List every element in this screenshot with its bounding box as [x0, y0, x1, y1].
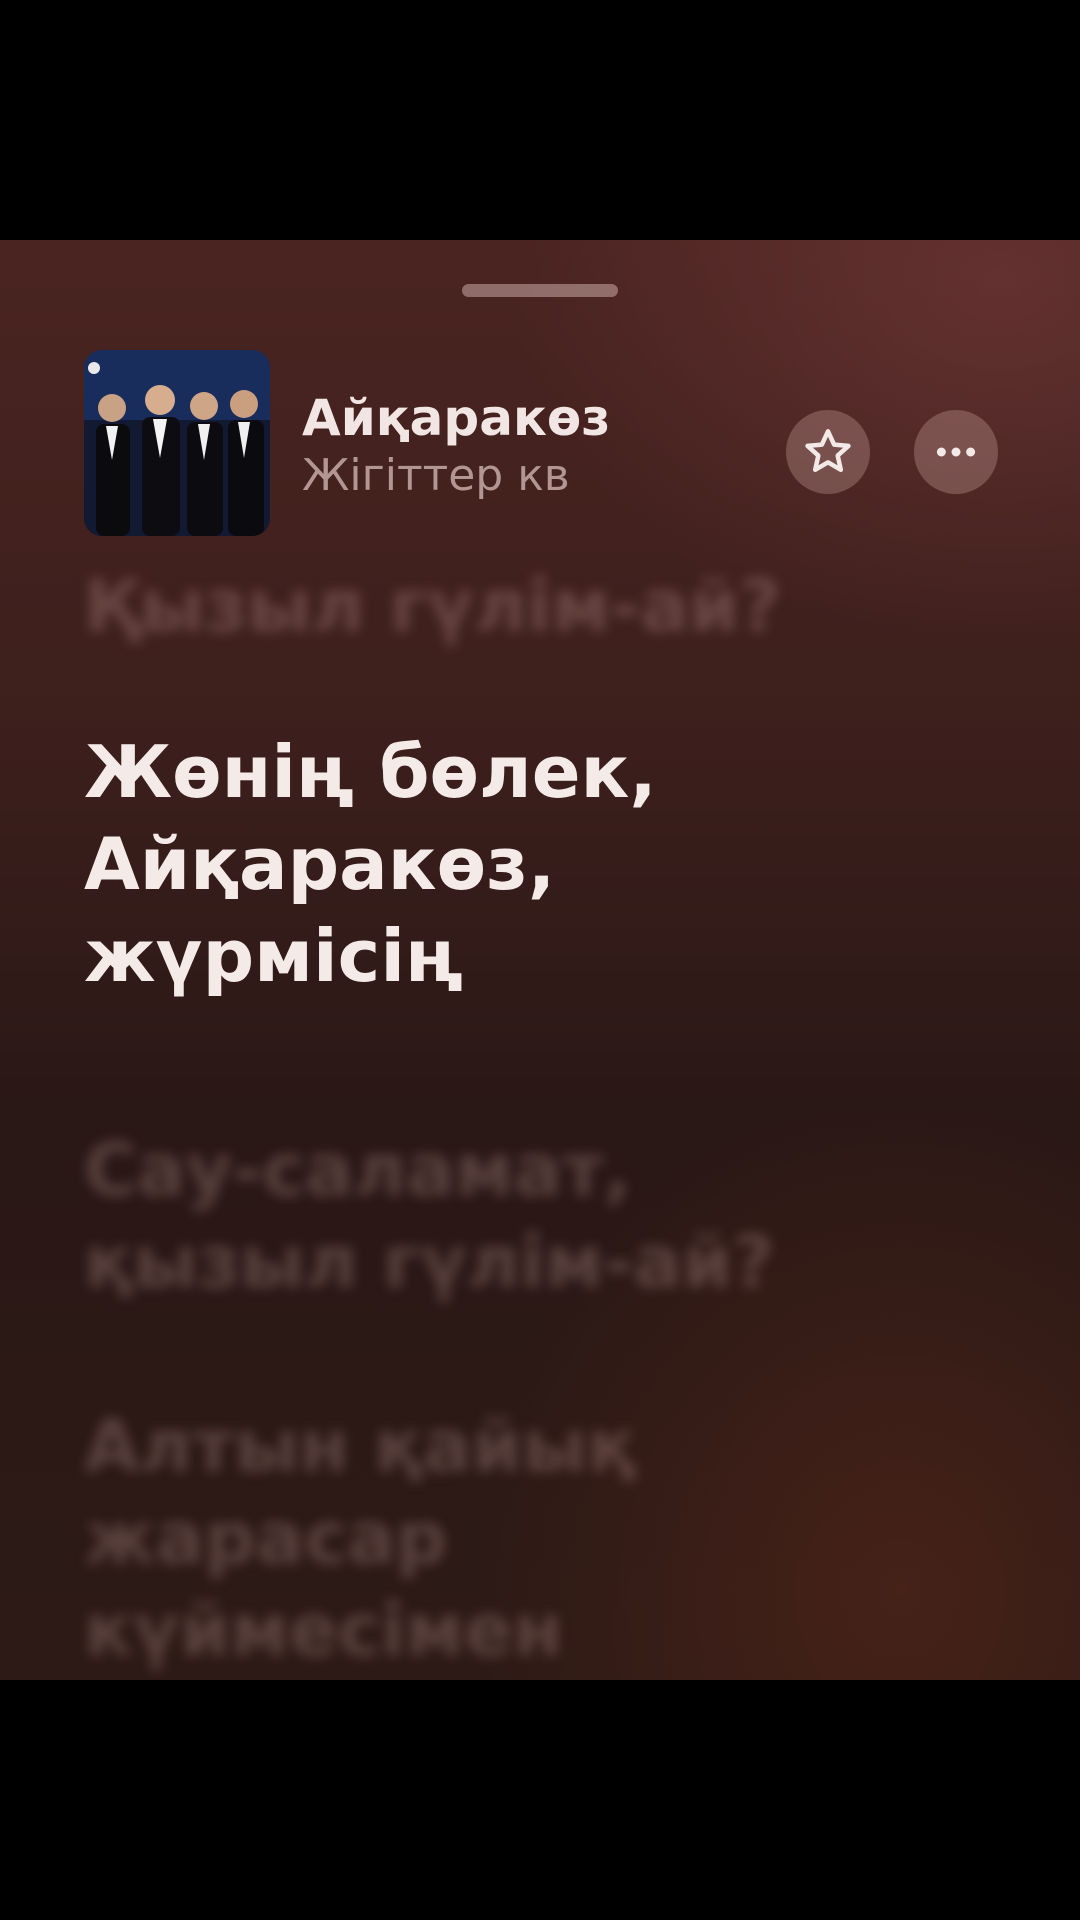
lyric-line-current[interactable]: Жөнің бөлек, Айқаракөз, жүрмісің [84, 726, 984, 1002]
track-info[interactable]: Айқаракөз Жігіттер кв [302, 388, 610, 504]
lyric-line-next[interactable]: Сау-саламат, қызыл гүлім-ай? [84, 1124, 984, 1308]
now-playing-lyrics-screen: Айқаракөз Жігіттер кв Қызыл гүлім-ай? Жө… [0, 240, 1080, 1680]
artist-name[interactable]: Жігіттер кв [302, 448, 610, 504]
star-icon [805, 429, 851, 473]
more-options-button[interactable] [914, 410, 998, 494]
top-letterbox [0, 0, 1080, 240]
bottom-letterbox [0, 1680, 1080, 1920]
artwork-image [84, 350, 270, 536]
now-playing-header: Айқаракөз Жігіттер кв [84, 350, 1004, 540]
lyric-line-previous[interactable]: Қызыл гүлім-ай? [84, 560, 984, 652]
song-title: Айқаракөз [302, 389, 611, 447]
favorite-button[interactable] [786, 410, 870, 494]
ellipsis-icon [936, 447, 976, 457]
lyric-line-upcoming[interactable]: Алтын қайық жарасар күймесімен [84, 1400, 984, 1676]
sheet-grabber[interactable] [462, 284, 618, 297]
album-artwork[interactable] [84, 350, 270, 536]
